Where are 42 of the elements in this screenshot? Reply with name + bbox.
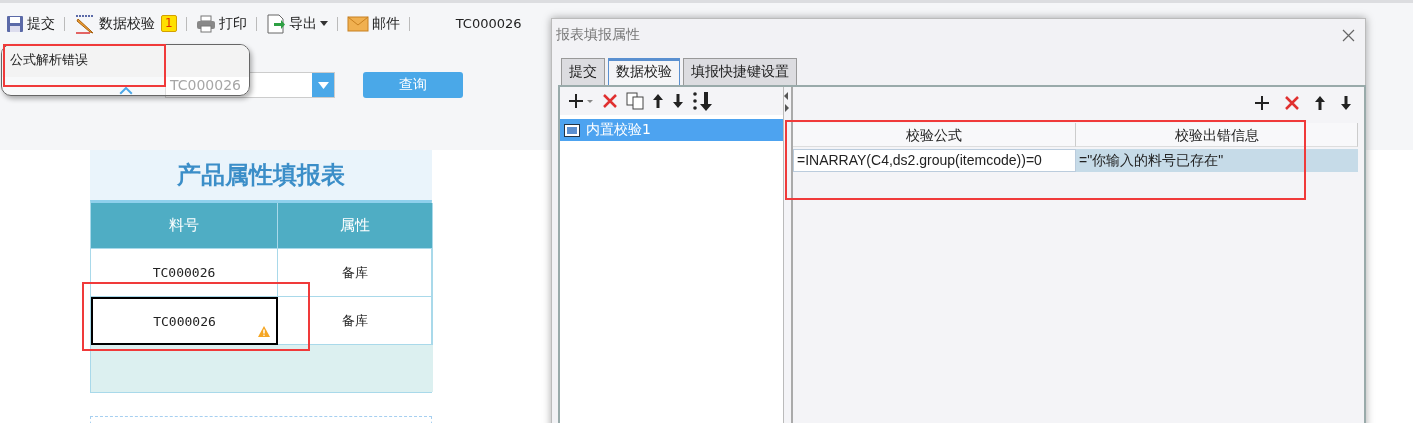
plus-dropdown-icon[interactable] — [568, 93, 594, 109]
toolbar-button[interactable]: 邮件 — [343, 14, 403, 33]
tooltip-text: 公式解析错误 — [2, 45, 249, 78]
toolbar-button[interactable]: 导出 — [262, 13, 331, 34]
table-cell[interactable]: =INARRAY(C4,ds2.group(itemcode))=0 — [793, 149, 1076, 172]
printer-icon — [195, 14, 216, 33]
save-icon — [6, 14, 24, 33]
close-icon[interactable] — [1342, 28, 1355, 42]
arrow-up-icon[interactable] — [652, 93, 664, 109]
count-badge: 1 — [161, 15, 177, 32]
tab[interactable]: 填报快捷键设置 — [683, 58, 797, 85]
splitter-handle-icon[interactable] — [784, 91, 789, 113]
tab[interactable]: 数据校验 — [608, 58, 680, 85]
arrow-down-icon[interactable] — [1340, 95, 1352, 111]
toolbar-button[interactable]: 打印 — [192, 14, 250, 33]
tab[interactable]: 提交 — [561, 58, 605, 85]
column-header: 校验出错信息 — [1076, 123, 1358, 147]
toolbar-button[interactable]: 数据校验 1 — [71, 13, 180, 34]
envelope-icon — [346, 15, 369, 32]
pencil-ruler-icon — [74, 13, 96, 34]
table-cell[interactable]: TC000026 — [91, 249, 278, 297]
column-header: 属性 — [278, 203, 433, 249]
delete-icon[interactable] — [1284, 95, 1300, 111]
sort-down-icon[interactable] — [692, 91, 714, 111]
toolbar-button[interactable]: 提交 — [3, 14, 58, 33]
dialog-title: 报表填报属性 — [556, 26, 640, 44]
table-cell[interactable]: 备库 — [278, 249, 433, 297]
report-title: 产品属性填报表 — [90, 150, 432, 200]
column-header: 校验公式 — [793, 123, 1076, 147]
chevron-up-icon — [118, 87, 133, 95]
caret-icon — [317, 81, 329, 89]
column-header: 料号 — [91, 203, 278, 249]
arrow-up-icon[interactable] — [1314, 95, 1326, 111]
export-icon — [265, 13, 286, 34]
arrow-down-icon[interactable] — [672, 93, 684, 109]
delete-icon[interactable] — [602, 93, 618, 109]
record-code: TC000026 — [455, 16, 522, 31]
table-cell[interactable]: ="你输入的料号已存在" — [1076, 149, 1358, 172]
plus-icon[interactable] — [1254, 95, 1270, 111]
table-cell[interactable]: TC000026 — [91, 297, 278, 345]
list-icon — [564, 123, 580, 137]
copy-icon[interactable] — [626, 92, 644, 110]
